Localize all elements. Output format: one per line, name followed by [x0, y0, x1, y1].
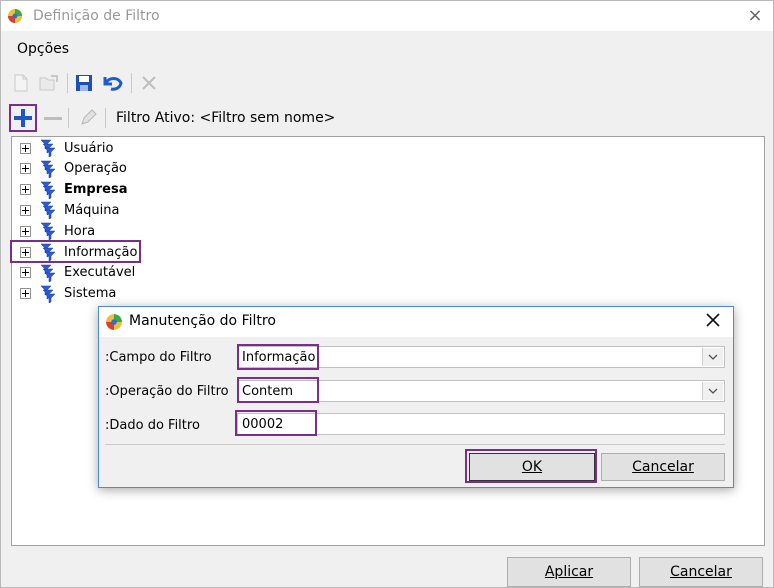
tree-item-label: Operação — [64, 161, 127, 177]
menu-bar: Opções — [1, 37, 773, 61]
undo-icon[interactable] — [102, 72, 124, 94]
active-filter-label: Filtro Ativo: <Filtro sem nome> — [116, 110, 336, 126]
tree-item-label: Executável — [64, 265, 136, 281]
expand-icon[interactable] — [20, 142, 31, 154]
apply-button[interactable]: Aplicar — [507, 557, 631, 587]
app-icon — [8, 9, 22, 23]
close-icon[interactable] — [703, 311, 723, 331]
filter-funnel-icon — [40, 181, 56, 199]
save-icon[interactable] — [73, 72, 95, 94]
expand-icon[interactable] — [20, 225, 31, 237]
title-bar: Definição de Filtro × — [1, 1, 773, 31]
dialog-cancel-label: Cancelar — [632, 459, 694, 475]
tree-item-label: Usuário — [64, 140, 114, 156]
remove-filter-icon[interactable] — [42, 107, 64, 129]
dialog-cancel-button[interactable]: Cancelar — [601, 453, 725, 481]
expand-icon[interactable] — [20, 267, 31, 279]
tree-item[interactable]: Usuário — [12, 138, 113, 158]
cancel-button[interactable]: Cancelar — [639, 557, 763, 587]
dialog-title-bar: Manutenção do Filtro — [99, 307, 733, 337]
tree-item[interactable]: Sistema — [12, 284, 116, 304]
data-label: :Dado do Filtro — [105, 418, 200, 433]
window-title: Definição de Filtro — [33, 8, 160, 24]
filter-maintenance-dialog: Manutenção do Filtro :Campo do Filtro In… — [98, 306, 734, 488]
filter-funnel-icon — [40, 264, 56, 282]
main-window: Definição de Filtro × Opções Filtro Ativ… — [0, 0, 774, 588]
ok-highlight — [465, 449, 597, 483]
toolbar-separator — [105, 108, 106, 128]
expand-icon[interactable] — [20, 163, 31, 175]
filter-funnel-icon — [40, 139, 56, 157]
tree-item-label: Sistema — [64, 286, 117, 302]
expand-icon[interactable] — [20, 184, 31, 196]
tree-item-label: Máquina — [64, 202, 120, 218]
toolbar-separator — [68, 108, 69, 128]
field-label: :Campo do Filtro — [105, 350, 212, 365]
operation-label: :Operação do Filtro — [105, 384, 229, 399]
chevron-down-icon[interactable] — [702, 348, 723, 366]
filter-funnel-icon — [40, 285, 56, 303]
tree-item[interactable]: Empresa — [12, 180, 127, 200]
chevron-down-icon[interactable] — [702, 382, 723, 400]
informacao-highlight — [10, 240, 141, 263]
filter-funnel-icon — [40, 222, 56, 241]
app-icon — [106, 314, 122, 330]
filter-funnel-icon — [40, 202, 56, 220]
close-icon[interactable]: × — [746, 7, 764, 25]
apply-label: Aplicar — [544, 564, 594, 580]
dialog-title: Manutenção do Filtro — [129, 313, 276, 329]
add-filter-highlight — [9, 104, 37, 132]
dialog-separator — [105, 444, 725, 445]
expand-icon[interactable] — [20, 204, 31, 216]
filter-funnel-icon — [40, 160, 56, 178]
new-doc-icon[interactable] — [10, 72, 32, 94]
cancel-label: Cancelar — [670, 564, 732, 580]
expand-icon[interactable] — [20, 288, 31, 300]
tree-item-label: Empresa — [64, 182, 128, 198]
tree-item[interactable]: Executável — [12, 263, 135, 283]
tree-item[interactable]: Máquina — [12, 200, 120, 220]
open-icon[interactable] — [38, 72, 60, 94]
tree-item-label: Hora — [64, 223, 96, 239]
menu-opcoes[interactable]: Opções — [17, 41, 69, 57]
toolbar-separator — [131, 73, 132, 93]
operation-highlight — [237, 377, 319, 403]
delete-icon[interactable] — [138, 72, 160, 94]
toolbar-separator — [67, 73, 68, 93]
data-highlight — [235, 410, 317, 436]
field-highlight — [237, 344, 319, 370]
tree-item[interactable]: Hora — [12, 221, 95, 241]
edit-filter-icon[interactable] — [77, 107, 99, 129]
tree-item[interactable]: Operação — [12, 159, 127, 179]
